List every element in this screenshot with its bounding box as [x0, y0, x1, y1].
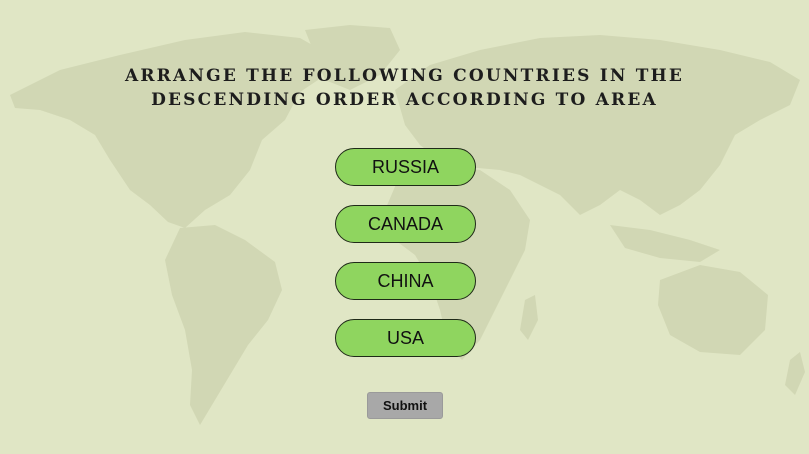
sortable-option-list: RUSSIA CANADA CHINA USA — [335, 148, 476, 376]
option-russia[interactable]: RUSSIA — [335, 148, 476, 186]
option-china[interactable]: CHINA — [335, 262, 476, 300]
submit-button[interactable]: Submit — [367, 392, 443, 419]
map-new-zealand — [785, 352, 805, 395]
map-australia — [658, 265, 768, 355]
option-canada[interactable]: CANADA — [335, 205, 476, 243]
map-southeast-asia — [610, 225, 720, 262]
question-line-2: DESCENDING ORDER ACCORDING TO AREA — [151, 90, 658, 110]
question-line-1: ARRANGE THE FOLLOWING COUNTRIES IN THE — [124, 66, 685, 86]
map-madagascar — [520, 295, 538, 340]
map-north-america — [10, 32, 330, 228]
map-south-america — [165, 225, 282, 425]
option-usa[interactable]: USA — [335, 319, 476, 357]
question-title: ARRANGE THE FOLLOWING COUNTRIES IN THE D… — [0, 64, 809, 112]
